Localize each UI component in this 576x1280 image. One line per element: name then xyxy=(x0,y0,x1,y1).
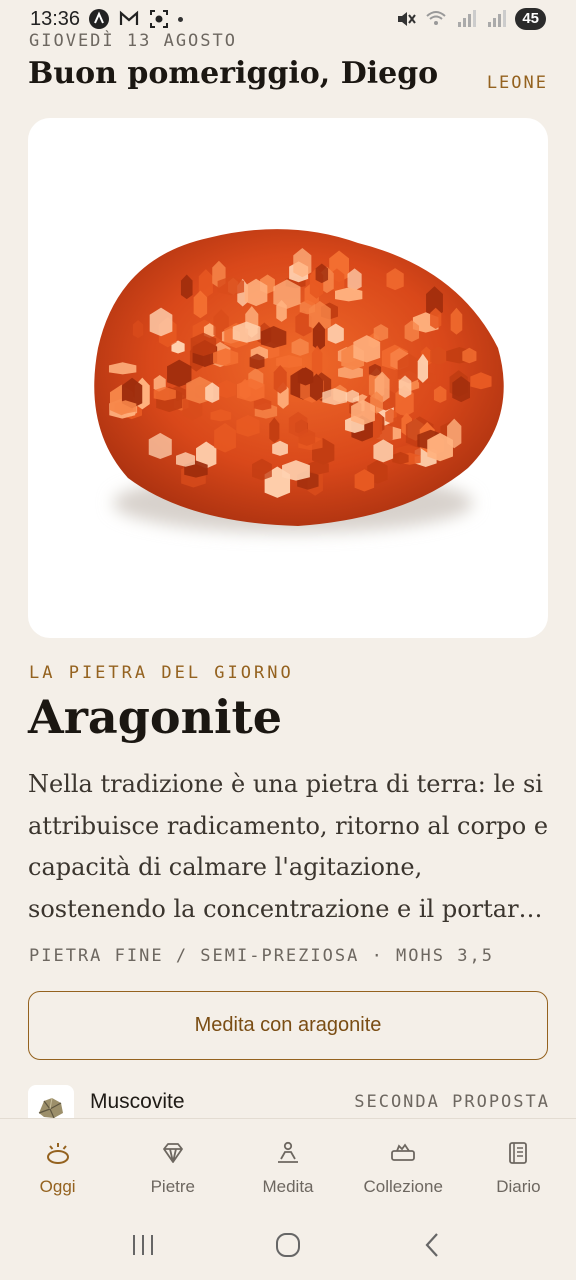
notification-dot xyxy=(178,16,184,22)
battery-indicator: 45 xyxy=(515,8,546,30)
status-right: 45 xyxy=(395,8,546,30)
nav-item-oggi[interactable]: Oggi xyxy=(0,1119,115,1210)
stone-image-card[interactable] xyxy=(28,118,548,638)
meditate-icon xyxy=(274,1139,302,1167)
zodiac-sign-label[interactable]: LEONE xyxy=(487,73,548,93)
status-left: 13:36 xyxy=(30,7,184,31)
a-circle-icon xyxy=(88,8,110,30)
greeting-title: Buon pomeriggio, Diego xyxy=(28,56,439,91)
gmail-icon xyxy=(118,8,140,30)
nav-label: Diario xyxy=(496,1177,541,1196)
nav-label: Medita xyxy=(262,1177,314,1196)
nav-item-medita[interactable]: Medita xyxy=(230,1119,345,1210)
stone-meta: PIETRA FINE / SEMI-PREZIOSA · MOHS 3,5 xyxy=(29,946,494,966)
system-navigation-bar xyxy=(0,1210,576,1280)
signal-icon xyxy=(455,8,477,30)
sun-icon xyxy=(44,1139,72,1167)
stone-description: Nella tradizione è una pietra di terra: … xyxy=(28,770,549,923)
nav-item-collezione[interactable]: Collezione xyxy=(346,1119,461,1210)
bottom-navigation: Oggi Pietre Medita Collezione Diario xyxy=(0,1118,576,1210)
status-time: 13:36 xyxy=(30,7,81,30)
second-suggestion-label: SECONDA PROPOSTA xyxy=(354,1092,550,1112)
meditate-button[interactable]: Medita con aragonite xyxy=(28,991,548,1060)
mute-icon xyxy=(395,8,417,30)
wifi-icon xyxy=(425,8,447,30)
journal-icon xyxy=(504,1139,532,1167)
nav-label: Oggi xyxy=(39,1177,76,1196)
screenshot-icon xyxy=(148,8,170,30)
aragonite-crystal-image xyxy=(94,229,504,533)
home-button[interactable] xyxy=(263,1225,313,1265)
second-suggestion-row[interactable]: Muscovite SECONDA PROPOSTA xyxy=(28,1085,550,1131)
second-stone-name: Muscovite xyxy=(90,1090,185,1113)
recent-apps-button[interactable] xyxy=(118,1225,168,1265)
section-eyebrow: LA PIETRA DEL GIORNO xyxy=(29,663,294,683)
nav-label: Pietre xyxy=(150,1177,196,1196)
nav-item-pietre[interactable]: Pietre xyxy=(115,1119,230,1210)
nav-label: Collezione xyxy=(363,1177,443,1196)
date-label: GIOVEDÌ 13 AGOSTO xyxy=(29,31,237,51)
stone-name: Aragonite xyxy=(28,690,283,744)
gem-icon xyxy=(159,1139,187,1167)
collection-icon xyxy=(389,1139,417,1167)
back-button[interactable] xyxy=(408,1225,458,1265)
nav-item-diario[interactable]: Diario xyxy=(461,1119,576,1210)
signal-icon xyxy=(485,8,507,30)
